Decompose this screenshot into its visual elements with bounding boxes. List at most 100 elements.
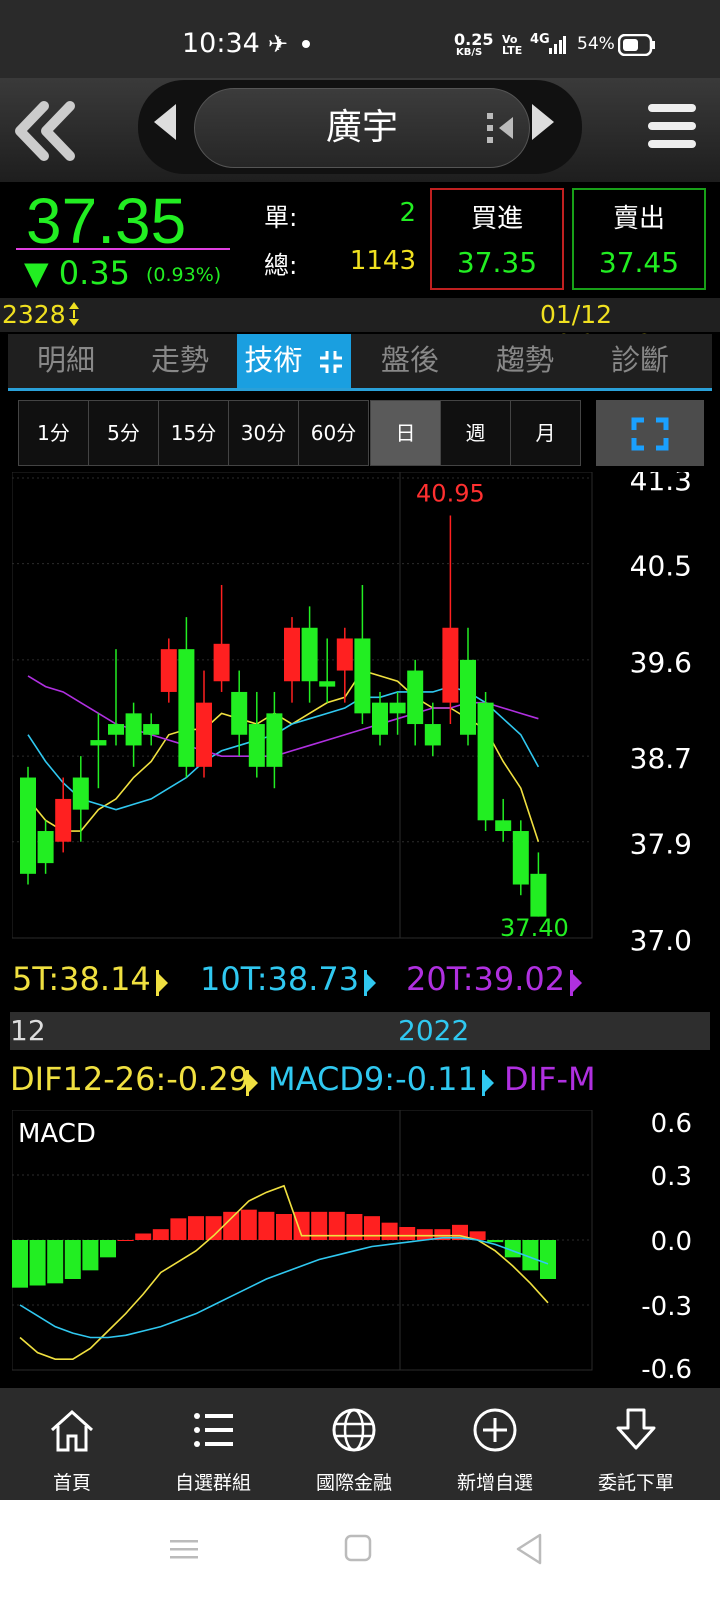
total-volume-label: 總: — [264, 251, 298, 280]
next-stock-button[interactable] — [530, 102, 556, 151]
system-nav-bar — [0, 1500, 720, 1600]
period-selector: 1分 5分 15分 30分 60分 日 週 月 — [18, 400, 704, 466]
price-underline — [16, 248, 230, 250]
sell-label: 賣出 — [612, 204, 665, 234]
tab-details[interactable]: 明細 — [8, 334, 124, 388]
menu-button[interactable] — [648, 104, 696, 158]
globe-icon — [332, 1408, 376, 1452]
tab-after-hours[interactable]: 盤後 — [352, 334, 468, 388]
tab-tendency[interactable]: 趨勢 — [467, 334, 583, 388]
recent-apps-icon[interactable] — [170, 1534, 200, 1564]
ma-legend: 5T:38.14 10T:38.73 20T:39.02 — [12, 960, 608, 1006]
osc-bar — [223, 1211, 240, 1240]
tab-trend[interactable]: 走勢 — [122, 334, 238, 388]
back-button[interactable] — [10, 96, 80, 166]
last-price-label: 37.40 — [500, 914, 569, 942]
high-price-label: 40.95 — [416, 479, 485, 507]
back-triangle-icon[interactable] — [514, 1532, 544, 1566]
candle-body — [424, 724, 441, 746]
single-volume-label: 單: — [264, 203, 298, 232]
last-price: 37.35 — [26, 185, 187, 257]
candle-body — [90, 740, 107, 746]
osc-bar — [416, 1229, 433, 1240]
status-bar: 10:34 ✈ 0.25 KB/S Vo LTE 4G 54% — [0, 0, 720, 78]
candle-body — [284, 627, 300, 682]
buy-label: 買進 — [470, 204, 523, 234]
macd-y-tick: 0.3 — [651, 1162, 692, 1192]
y-tick-label: 40.5 — [630, 550, 692, 583]
macd9-label: MACD9:-0.11 — [268, 1060, 478, 1098]
period-month[interactable]: 月 — [510, 400, 581, 466]
list-icon — [194, 1413, 233, 1447]
date-axis: 12 2022 — [10, 1012, 710, 1050]
battery-percent: 54% — [577, 34, 615, 54]
osc-bar — [258, 1211, 275, 1240]
tab-diagnosis[interactable]: 診斷 — [582, 334, 698, 388]
period-1min[interactable]: 1分 — [18, 400, 89, 466]
prev-stock-button[interactable] — [152, 102, 178, 151]
macd-title: MACD — [18, 1119, 96, 1149]
osc-bar — [240, 1209, 257, 1240]
nav-watchlist[interactable]: 自選群組 — [141, 1388, 285, 1500]
double-chevron-left-icon — [15, 101, 75, 161]
y-tick-label: 41.3 — [630, 472, 692, 497]
nav-home[interactable]: 首頁 — [0, 1388, 144, 1500]
notification-icon: ✈ — [268, 30, 289, 58]
stock-code: 2328 — [2, 300, 66, 329]
osc-bar — [540, 1240, 556, 1279]
osc-label: DIF-M — [504, 1060, 596, 1098]
date-axis-year: 2022 — [398, 1014, 470, 1047]
period-5min[interactable]: 5分 — [88, 400, 159, 466]
candle-body — [512, 831, 529, 885]
buy-price: 37.35 — [456, 246, 538, 279]
candle-body — [460, 659, 476, 735]
download-arrow-icon — [616, 1408, 656, 1450]
sell-box[interactable]: 賣出 37.45 — [572, 188, 706, 290]
osc-bar — [487, 1240, 504, 1243]
nav-add-watch[interactable]: 新增自選 — [423, 1388, 567, 1500]
period-30min[interactable]: 30分 — [228, 400, 299, 466]
ma5-label: 5T:38.14 — [12, 960, 151, 998]
tab-technical[interactable]: 技術 — [237, 334, 351, 388]
candle-body — [354, 638, 371, 714]
price-change-pct: (0.93%) — [146, 264, 222, 286]
candle-body — [389, 702, 406, 714]
nav-order[interactable]: 委託下單 — [564, 1388, 708, 1500]
y-tick-label: 39.6 — [630, 646, 692, 679]
candle-body — [336, 638, 353, 671]
tick-arrows-icon — [68, 302, 80, 332]
period-15min[interactable]: 15分 — [158, 400, 229, 466]
candle-body — [477, 702, 494, 821]
osc-bar — [82, 1240, 99, 1271]
candle-body — [178, 649, 195, 767]
status-time: 10:34 — [182, 28, 260, 59]
date-axis-left: 12 — [10, 1014, 46, 1047]
candle-body — [37, 831, 54, 864]
osc-bar — [188, 1216, 204, 1240]
nav-add-watch-label: 新增自選 — [456, 1472, 533, 1494]
fullscreen-button[interactable] — [596, 400, 704, 466]
nav-international[interactable]: 國際金融 — [282, 1388, 426, 1500]
dif-arrow-icon — [244, 1066, 258, 1104]
nav-watchlist-label: 自選群組 — [174, 1472, 251, 1494]
macd-y-tick: -0.6 — [641, 1355, 692, 1382]
y-tick-label: 37.9 — [630, 828, 692, 861]
home-square-icon[interactable] — [344, 1534, 374, 1564]
candle-body — [108, 724, 124, 735]
ma10-arrow-icon — [362, 966, 376, 1004]
sell-price: 37.45 — [598, 246, 680, 279]
stock-name-box[interactable]: 廣宇 — [194, 88, 530, 168]
nav-international-label: 國際金融 — [315, 1472, 392, 1494]
osc-bar — [100, 1240, 116, 1258]
period-week[interactable]: 週 — [440, 400, 511, 466]
buy-box[interactable]: 買進 37.35 — [430, 188, 564, 290]
triangle-left-icon — [154, 104, 176, 140]
period-60min[interactable]: 60分 — [298, 400, 369, 466]
macd-chart[interactable]: 0.6 0.3 0.0 -0.3 -0.6 MACD — [12, 1110, 720, 1382]
ma10-label: 10T:38.73 — [200, 960, 360, 998]
period-day[interactable]: 日 — [370, 400, 441, 466]
macd-legend: DIF12-26:-0.29 MACD9:-0.11 DIF-M — [10, 1060, 606, 1104]
ma5-arrow-icon — [154, 966, 168, 1004]
osc-bar — [47, 1240, 64, 1284]
candlestick-chart[interactable]: 41.3 40.5 39.6 38.7 37.9 37.0 40.95 37.40 — [12, 472, 720, 966]
